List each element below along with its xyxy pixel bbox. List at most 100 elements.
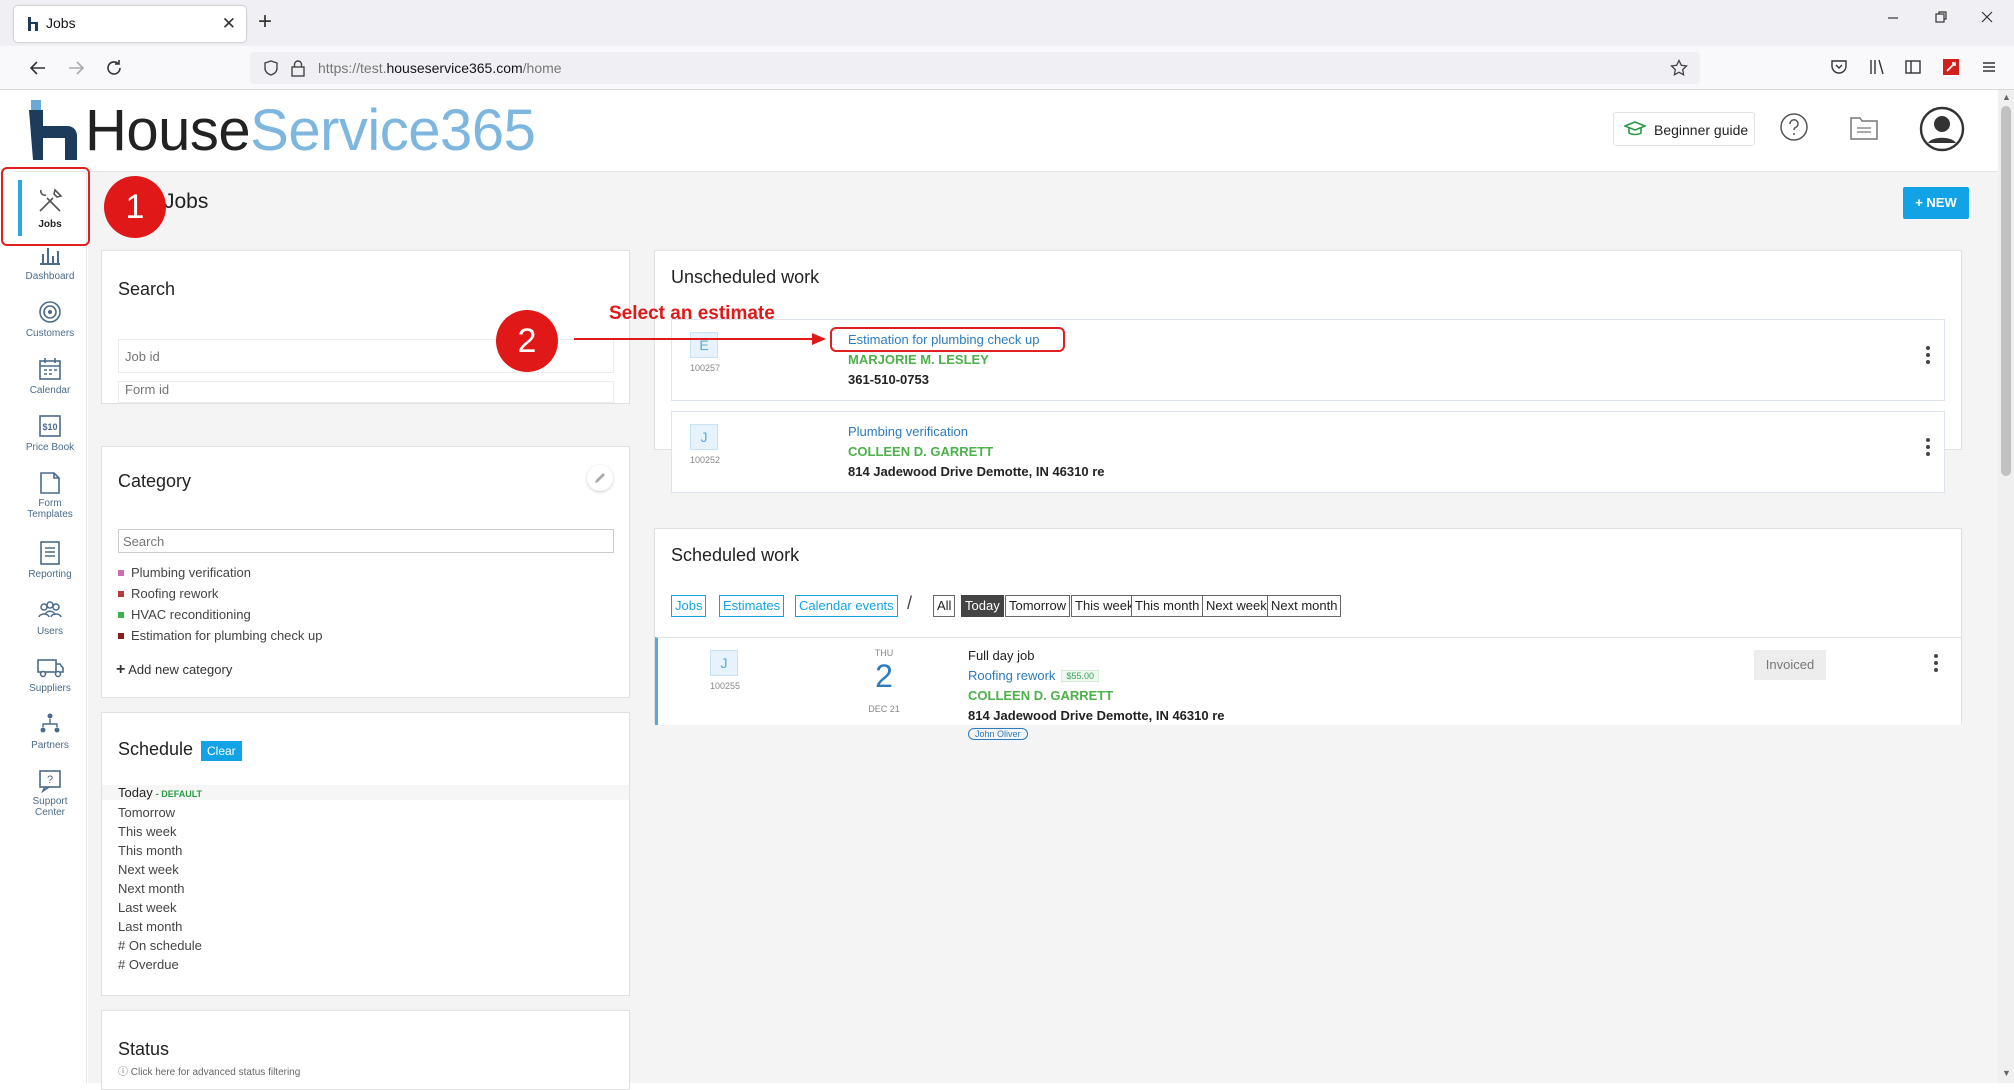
minimize-icon[interactable] — [1886, 10, 1900, 24]
brand-logo[interactable]: HouseService365 — [85, 98, 536, 164]
filter-next-month[interactable]: Next month — [1267, 595, 1342, 617]
category-item[interactable]: Roofing rework — [118, 586, 218, 601]
sidebar-item-partners[interactable]: Partners — [13, 707, 87, 763]
close-window-icon[interactable] — [1980, 10, 1994, 24]
browser-tab[interactable]: Jobs ✕ — [14, 6, 246, 42]
menu-icon[interactable] — [1980, 58, 1998, 76]
unscheduled-item[interactable]: J 100252 Plumbing verification COLLEEN D… — [671, 411, 1945, 493]
category-item[interactable]: Estimation for plumbing check up — [118, 628, 322, 643]
sidebar-item-price-book[interactable]: $10 Price Book — [13, 409, 87, 465]
sidebar-item-label: Price Book — [25, 442, 75, 453]
network-icon — [40, 713, 60, 733]
schedule-option[interactable]: Last week — [118, 900, 177, 915]
scheduled-item[interactable]: J 100255 THU 2 DEC 21 Full day job Roofi… — [655, 637, 1961, 740]
restore-icon[interactable] — [1934, 10, 1948, 24]
close-tab-icon[interactable]: ✕ — [222, 14, 236, 34]
customer-name[interactable]: COLLEEN D. GARRETT — [968, 688, 1113, 703]
sidebar-item-form-templates[interactable]: Form Templates — [13, 466, 87, 528]
schedule-option[interactable]: This week — [118, 824, 177, 839]
filter-separator: / — [907, 593, 913, 613]
scroll-down-icon[interactable]: ▼ — [2002, 1068, 2011, 1078]
filter-today[interactable]: Today — [961, 595, 1004, 617]
sidebar-item-reporting[interactable]: Reporting — [13, 536, 87, 592]
page-title: Jobs — [164, 190, 209, 213]
filter-jobs[interactable]: Jobs — [671, 595, 707, 617]
annotation-step-2: 2 — [496, 310, 558, 372]
schedule-option-today[interactable]: Today - DEFAULT — [102, 785, 629, 800]
job-title-link[interactable]: Roofing rework $55.00 — [968, 668, 1099, 683]
reload-icon[interactable] — [102, 56, 126, 80]
scrollbar-thumb[interactable] — [2001, 106, 2011, 476]
sidebar-item-users[interactable]: Users — [13, 593, 87, 649]
svg-text:$10: $10 — [42, 422, 57, 432]
lock-icon[interactable] — [290, 59, 306, 77]
schedule-option[interactable]: Next week — [118, 862, 179, 877]
schedule-option-label: Today — [118, 785, 153, 800]
browser-tab-bar: Jobs ✕ + — [0, 0, 2014, 46]
folder-icon[interactable] — [1849, 115, 1879, 141]
library-icon[interactable] — [1868, 58, 1886, 76]
advanced-status-filter-link[interactable]: ⓘ Click here for advanced status filteri… — [118, 1063, 300, 1078]
address-bar[interactable]: https://test.houseservice365.com/home — [250, 52, 1700, 84]
sidebar: Jobs Dashboard Customers Calendar $10 Pr… — [13, 172, 87, 1083]
sidebar-item-label: Calendar — [29, 385, 71, 396]
category-item-label: HVAC reconditioning — [131, 607, 251, 622]
sidebar-toggle-icon[interactable] — [1904, 58, 1922, 76]
customer-name[interactable]: COLLEEN D. GARRETT — [848, 444, 993, 459]
account-avatar-icon[interactable] — [1919, 106, 1965, 152]
url-text[interactable]: https://test.houseservice365.com/home — [318, 60, 562, 76]
edit-category-button[interactable] — [587, 465, 613, 491]
clear-schedule-button[interactable]: Clear — [201, 741, 242, 761]
category-item[interactable]: HVAC reconditioning — [118, 607, 251, 622]
category-search-input[interactable] — [118, 529, 614, 553]
help-icon[interactable] — [1779, 112, 1809, 142]
extension-icon[interactable] — [1942, 58, 1960, 76]
plus-icon: + — [116, 661, 126, 678]
filter-next-week[interactable]: Next week — [1202, 595, 1271, 617]
more-options-icon[interactable] — [1926, 652, 1946, 676]
add-category-button[interactable]: + Add new category — [116, 661, 232, 679]
beginner-guide-button[interactable]: Beginner guide — [1613, 112, 1755, 146]
sidebar-item-calendar[interactable]: Calendar — [13, 352, 87, 408]
filter-tomorrow[interactable]: Tomorrow — [1005, 595, 1071, 617]
back-arrow-icon[interactable] — [26, 56, 50, 80]
sidebar-item-label: Partners — [31, 740, 69, 751]
bookmark-star-icon[interactable] — [1670, 59, 1688, 77]
sidebar-item-suppliers[interactable]: Suppliers — [13, 650, 87, 706]
customer-name[interactable]: MARJORIE M. LESLEY — [848, 352, 989, 367]
pocket-icon[interactable] — [1830, 58, 1848, 76]
sidebar-item-label: Dashboard — [25, 271, 75, 282]
sidebar-item-customers[interactable]: Customers — [13, 295, 87, 351]
month-day: DEC 21 — [868, 704, 900, 714]
forward-arrow-icon[interactable] — [64, 56, 88, 80]
new-tab-button[interactable]: + — [258, 8, 272, 36]
schedule-option[interactable]: Tomorrow — [118, 805, 175, 820]
form-id-field[interactable] — [118, 381, 614, 403]
sidebar-item-support-center[interactable]: ? Support Center — [13, 764, 87, 826]
new-button[interactable]: + NEW — [1903, 187, 1969, 219]
filter-this-week[interactable]: This week — [1071, 595, 1138, 617]
sidebar-item-dashboard[interactable]: Dashboard — [13, 238, 87, 294]
schedule-card: Schedule Clear Today - DEFAULT Tomorrow T… — [101, 712, 630, 996]
customer-address: 814 Jadewood Drive Demotte, IN 46310 re — [968, 708, 1225, 723]
scroll-up-icon[interactable]: ▲ — [2002, 92, 2011, 102]
filter-this-month[interactable]: This month — [1131, 595, 1204, 617]
page-scrollbar[interactable]: ▲ ▼ — [1998, 90, 2014, 1083]
category-item[interactable]: Plumbing verification — [118, 565, 251, 580]
schedule-title: Schedule — [118, 739, 194, 759]
more-options-icon[interactable] — [1918, 436, 1938, 460]
schedule-option[interactable]: # On schedule — [118, 938, 202, 953]
shield-icon[interactable] — [262, 59, 280, 77]
filter-all[interactable]: All — [933, 595, 956, 617]
target-icon — [39, 301, 61, 323]
filter-calendar-events[interactable]: Calendar events — [795, 595, 898, 617]
filter-estimates[interactable]: Estimates — [719, 595, 785, 617]
schedule-option[interactable]: This month — [118, 843, 182, 858]
more-options-icon[interactable] — [1918, 344, 1938, 368]
job-title-link[interactable]: Plumbing verification — [848, 424, 968, 439]
schedule-option[interactable]: Next month — [118, 881, 184, 896]
technician-tag[interactable]: John Oliver — [968, 728, 1028, 740]
schedule-option[interactable]: Last month — [118, 919, 182, 934]
houseservice-logo-icon[interactable] — [25, 100, 81, 160]
schedule-option[interactable]: # Overdue — [118, 957, 179, 972]
